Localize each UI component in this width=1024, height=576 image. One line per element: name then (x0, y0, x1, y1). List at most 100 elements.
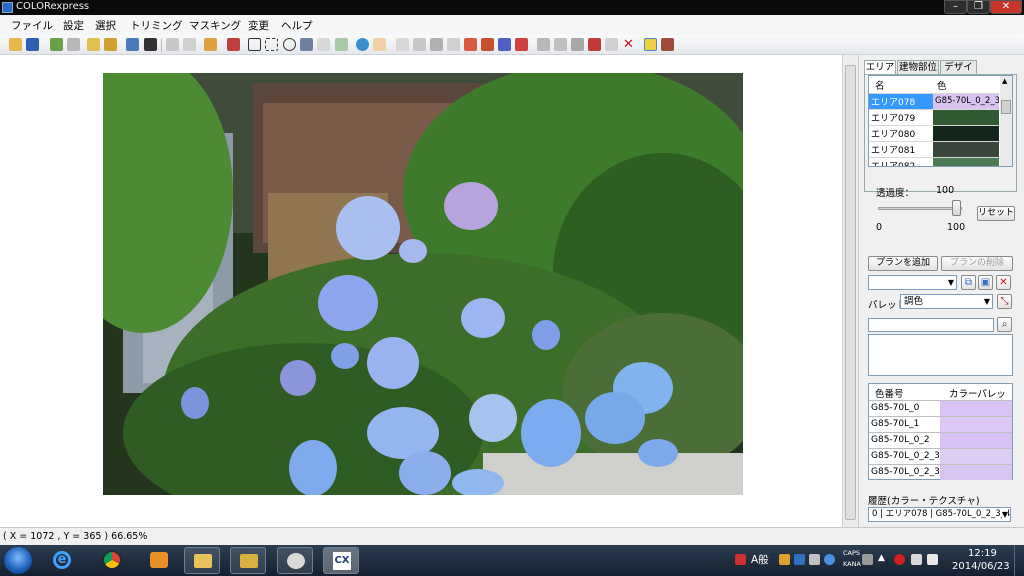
paint-icon[interactable] (277, 547, 313, 574)
tray-dictionary-icon[interactable] (794, 554, 805, 565)
paste-icon[interactable] (104, 38, 117, 51)
palette-eyedropper-icon[interactable]: ⤡ (997, 294, 1012, 309)
area-list-scrollbar[interactable]: ▲ (1000, 76, 1012, 166)
ime-indicator[interactable]: A般 (751, 552, 769, 567)
fill-icon[interactable] (204, 38, 217, 51)
hydrangea-photo[interactable] (103, 73, 743, 495)
hand-icon[interactable] (373, 38, 386, 51)
tray-security-icon[interactable] (894, 554, 905, 565)
internet-explorer-icon[interactable]: e (44, 547, 80, 574)
export-icon[interactable] (126, 38, 139, 51)
magic-wand-icon[interactable] (356, 38, 369, 51)
rect-select-icon[interactable] (265, 38, 278, 51)
ellipse-select-icon[interactable] (283, 38, 296, 51)
add-plan-button[interactable]: プランを追加 (868, 256, 938, 271)
plan-select[interactable]: ▼ (868, 275, 957, 290)
table-row[interactable]: G85-70L_1 (869, 416, 1012, 432)
eraser-icon[interactable] (183, 38, 196, 51)
pencil-icon[interactable] (396, 38, 409, 51)
history-select[interactable]: 0 | エリア078 | G85-70L_0_2_3_4 | ▼ (868, 507, 1011, 522)
delete-icon[interactable]: ✕ (996, 275, 1011, 290)
folder-icon[interactable] (184, 547, 220, 574)
reset-button[interactable]: リセット (977, 206, 1015, 221)
search-icon[interactable]: ⌕ (997, 317, 1012, 332)
scissors-icon[interactable] (588, 38, 601, 51)
film-icon[interactable] (144, 38, 157, 51)
copy-plan-icon[interactable]: ⧉ (961, 275, 976, 290)
canvas-vertical-scrollbar[interactable] (842, 55, 857, 527)
menu-masking[interactable]: マスキング (189, 18, 241, 33)
tray-ime-settings-icon[interactable] (862, 554, 873, 565)
grid-icon[interactable] (335, 38, 348, 51)
line-icon[interactable] (317, 38, 330, 51)
chrome-icon[interactable] (94, 547, 130, 574)
tab-design[interactable]: デザイン (940, 60, 977, 86)
table-row[interactable]: G85-70L_0_2 (869, 432, 1012, 448)
transparency-slider[interactable] (878, 207, 962, 210)
show-desktop-button[interactable] (1014, 545, 1024, 576)
texture-icon[interactable] (644, 38, 657, 51)
table-row[interactable]: G85-70L_0_2_3_4 (869, 464, 1012, 480)
show-hidden-icons-icon[interactable]: ▲ (878, 553, 885, 563)
table-row[interactable]: G85-70L_0 (869, 400, 1012, 416)
list-item[interactable]: エリア081 (869, 141, 999, 157)
scrollbar-thumb[interactable] (845, 65, 856, 520)
list-item[interactable]: エリア082 (869, 157, 999, 166)
delete-plan-button[interactable]: プランの削除 (941, 256, 1013, 271)
save-icon[interactable] (26, 38, 39, 51)
palette-select[interactable]: 調色 ▼ (900, 294, 993, 309)
paint-bucket-icon[interactable] (481, 38, 494, 51)
media-player-icon[interactable] (141, 547, 177, 574)
open-icon[interactable] (9, 38, 22, 51)
scroll-up-arrow-icon[interactable]: ▲ (1002, 77, 1007, 85)
tray-settings-icon[interactable] (809, 554, 820, 565)
list-item[interactable]: エリア079 (869, 109, 999, 125)
tray-app-icon[interactable] (735, 554, 746, 565)
menu-trimming[interactable]: トリミング (130, 18, 183, 33)
pen-icon[interactable] (166, 38, 179, 51)
slider-thumb[interactable] (952, 200, 961, 216)
file-explorer-icon[interactable] (230, 547, 266, 574)
link-icon[interactable] (554, 38, 567, 51)
volume-icon[interactable] (927, 554, 938, 565)
menu-select[interactable]: 選択 (95, 18, 116, 33)
tray-tool-icon[interactable] (779, 554, 790, 565)
table-row[interactable]: G85-70L_0_2_3 (869, 448, 1012, 464)
clock-time[interactable]: 12:19 (968, 548, 997, 559)
tile-icon[interactable] (537, 38, 550, 51)
maximize-button[interactable]: ❐ (967, 0, 990, 14)
start-orb-icon[interactable] (4, 547, 32, 574)
image-icon[interactable] (413, 38, 426, 51)
frame-icon[interactable] (430, 38, 443, 51)
paperclip-icon[interactable] (571, 38, 584, 51)
stamp-icon[interactable] (447, 38, 460, 51)
network-icon[interactable] (911, 554, 922, 565)
palette-search-input[interactable] (868, 318, 994, 332)
brick-icon[interactable] (464, 38, 477, 51)
copy-icon[interactable] (87, 38, 100, 51)
area-list[interactable]: 名 色 エリア078 G85-70L_0_2_3_4 エリア079 エリア080… (868, 75, 1013, 167)
menu-modify[interactable]: 変更 (248, 18, 269, 33)
colorexpress-icon[interactable]: CX (323, 547, 359, 574)
delete-icon[interactable]: ✕ (623, 38, 636, 51)
clock-date[interactable]: 2014/06/23 (952, 561, 1010, 572)
star-icon[interactable] (605, 38, 618, 51)
palette-table[interactable]: 色番号 カラーパレット G85-70L_0 G85-70L_1 G85-70L_… (868, 383, 1013, 480)
tab-building-part[interactable]: 建物部位 (897, 60, 939, 75)
menu-help[interactable]: ヘルプ (281, 18, 313, 33)
menu-settings[interactable]: 設定 (63, 18, 84, 33)
save-plan-icon[interactable]: ▣ (978, 275, 993, 290)
close-button[interactable]: ✕ (990, 0, 1022, 14)
color-grid-icon[interactable] (661, 38, 674, 51)
polygon-select-icon[interactable] (248, 38, 261, 51)
print-icon[interactable] (50, 38, 63, 51)
list-item[interactable]: エリア080 (869, 125, 999, 141)
brush-icon[interactable] (227, 38, 240, 51)
scrollbar-thumb[interactable] (1001, 100, 1011, 114)
crop-icon[interactable] (300, 38, 313, 51)
import-icon[interactable] (67, 38, 80, 51)
house-icon[interactable] (498, 38, 511, 51)
tray-help-icon[interactable] (824, 554, 835, 565)
list-item[interactable]: エリア078 G85-70L_0_2_3_4 (869, 93, 999, 109)
house-outline-icon[interactable] (515, 38, 528, 51)
